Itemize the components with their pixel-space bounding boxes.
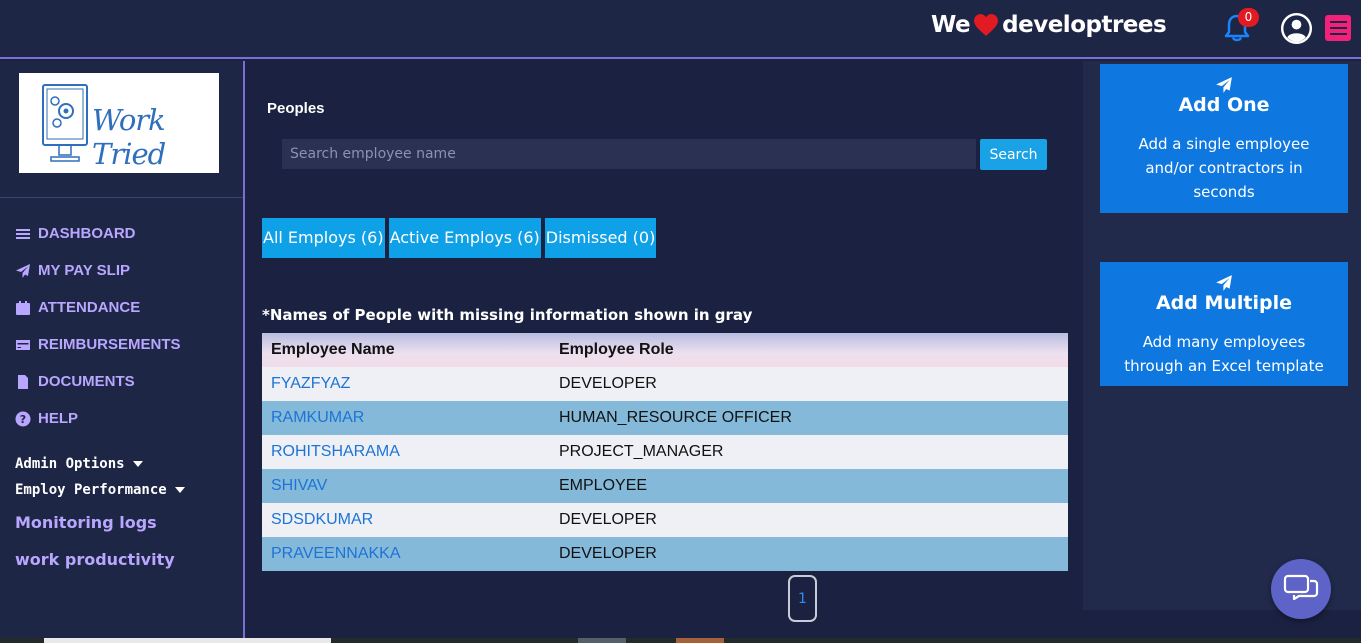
employee-role: EMPLOYEE [559, 477, 648, 494]
taskbar-segment [676, 638, 724, 643]
sidebar-divider [0, 197, 243, 198]
table-row[interactable]: PRAVEENNAKKA DEVELOPER [262, 537, 1068, 571]
work-productivity-link[interactable]: work productivity [15, 550, 175, 569]
svg-text:?: ? [20, 413, 26, 426]
hamburger-menu-icon[interactable] [1325, 15, 1351, 41]
employ-performance-dropdown[interactable]: Employ Performance [15, 482, 185, 498]
column-header-role: Employee Role [559, 341, 674, 358]
search-button[interactable]: Search [980, 139, 1047, 170]
search-input[interactable] [282, 139, 976, 169]
table-row[interactable]: ROHITSHARAMA PROJECT_MANAGER [262, 435, 1068, 469]
employee-role: DEVELOPER [559, 545, 657, 562]
logo-text: Work Tried [92, 103, 166, 171]
sidebar: Work Tried DASHBOARD MY PAY SLIP ATTENDA… [0, 61, 245, 643]
top-bar: We developtrees 0 [0, 0, 1361, 59]
sidebar-item-documents[interactable]: DOCUMENTS [15, 373, 135, 390]
sidebar-item-my-pay-slip[interactable]: MY PAY SLIP [15, 262, 130, 279]
employee-tabs: All Employs (6) Active Employs (6) Dismi… [262, 218, 657, 258]
sidebar-item-label: DASHBOARD [38, 225, 136, 242]
table-row[interactable]: RAMKUMAR HUMAN_RESOURCE OFFICER [262, 401, 1068, 435]
sidebar-item-label: HELP [38, 410, 79, 427]
file-icon [18, 374, 28, 389]
sidebar-item-label: DOCUMENTS [38, 373, 135, 390]
paper-plane-icon [1216, 274, 1232, 291]
heart-icon [974, 14, 999, 36]
employee-name-link[interactable]: FYAZFYAZ [262, 375, 559, 393]
tab-dismissed[interactable]: Dismissed (0) [544, 218, 657, 258]
sidebar-item-attendance[interactable]: ATTENDANCE [15, 299, 140, 316]
tab-all-employs[interactable]: All Employs (6) [262, 218, 385, 258]
sidebar-item-dashboard[interactable]: DASHBOARD [15, 225, 136, 242]
admin-options-dropdown[interactable]: Admin Options [15, 456, 143, 472]
table-row[interactable]: SHIVAV EMPLOYEE [262, 469, 1068, 503]
dropdown-label: Employ Performance [15, 482, 167, 498]
pagination-page-button[interactable]: 1 [788, 575, 817, 622]
sidebar-item-label: MY PAY SLIP [38, 262, 130, 279]
notification-badge: 0 [1238, 8, 1259, 27]
employee-name-link[interactable]: SDSDKUMAR [262, 511, 559, 529]
card-title: Add One [1178, 94, 1270, 116]
tab-active-employs[interactable]: Active Employs (6) [388, 218, 541, 258]
brand-suffix: developtrees [1002, 12, 1167, 38]
credit-card-icon [16, 339, 30, 350]
user-icon[interactable] [1280, 12, 1313, 45]
sidebar-item-label: REIMBURSEMENTS [38, 336, 181, 353]
column-header-name: Employee Name [271, 341, 395, 358]
page-title: Peoples [267, 100, 325, 117]
employee-role: DEVELOPER [559, 375, 657, 392]
caret-down-icon [132, 461, 143, 467]
bars-icon [16, 228, 30, 239]
employee-table: Employee Name Employee Role FYAZFYAZ DEV… [262, 333, 1068, 571]
sidebar-item-label: ATTENDANCE [38, 299, 141, 316]
employee-role: PROJECT_MANAGER [559, 443, 724, 460]
sidebar-item-help[interactable]: ? HELP [15, 410, 78, 427]
taskbar-segment [44, 638, 331, 643]
add-one-card[interactable]: Add One Add a single employee and/or con… [1100, 64, 1348, 213]
chat-bubbles-icon [1283, 574, 1319, 601]
calendar-icon [16, 300, 30, 315]
table-row[interactable]: FYAZFYAZ DEVELOPER [262, 367, 1068, 401]
question-circle-icon: ? [15, 411, 31, 426]
taskbar-segment [578, 638, 626, 643]
caret-down-icon [174, 487, 185, 493]
monitoring-logs-link[interactable]: Monitoring logs [15, 513, 157, 532]
brand: We developtrees [931, 12, 1167, 38]
sidebar-item-reimbursements[interactable]: REIMBURSEMENTS [15, 336, 181, 353]
card-description: Add many employees through an Excel temp… [1124, 332, 1324, 375]
employee-name-link[interactable]: ROHITSHARAMA [262, 443, 559, 461]
paper-plane-icon [1216, 77, 1232, 93]
employee-role: HUMAN_RESOURCE OFFICER [559, 409, 792, 426]
computer-gear-logo-icon [42, 84, 88, 162]
employee-role: DEVELOPER [559, 511, 657, 528]
add-multiple-card[interactable]: Add Multiple Add many employees through … [1100, 262, 1348, 386]
missing-info-note: *Names of People with missing informatio… [262, 306, 753, 324]
brand-prefix: We [931, 12, 971, 38]
company-logo[interactable]: Work Tried [19, 73, 219, 173]
employee-name-link[interactable]: RAMKUMAR [262, 409, 559, 427]
dropdown-label: Admin Options [15, 456, 125, 472]
card-title: Add Multiple [1155, 291, 1293, 314]
table-header: Employee Name Employee Role [262, 333, 1068, 367]
employee-name-link[interactable]: SHIVAV [262, 477, 559, 495]
employee-name-link[interactable]: PRAVEENNAKKA [262, 545, 559, 563]
chat-button[interactable] [1271, 559, 1331, 619]
paper-plane-icon [16, 263, 30, 278]
table-row[interactable]: SDSDKUMAR DEVELOPER [262, 503, 1068, 537]
card-description: Add a single employee and/or contractors… [1138, 135, 1310, 201]
